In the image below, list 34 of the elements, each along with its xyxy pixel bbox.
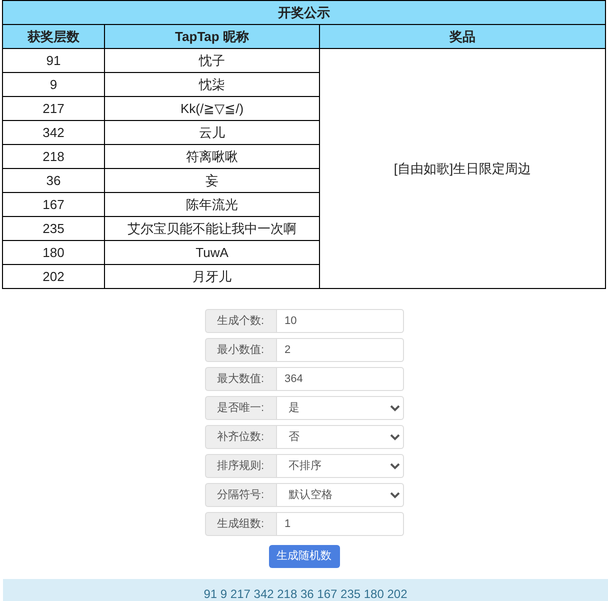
- input-field[interactable]: 2: [276, 338, 404, 362]
- dropdown-field[interactable]: 是: [276, 396, 404, 420]
- field-label: 分隔符号:: [204, 483, 276, 507]
- table-cell: 202: [2, 264, 104, 288]
- table-cell: 218: [2, 144, 104, 168]
- table-cell: 36: [2, 168, 104, 192]
- field-label: 生成组数:: [204, 512, 276, 536]
- result-bar: 91 9 217 342 218 36 167 235 180 202: [3, 579, 608, 601]
- table-cell: 180: [2, 240, 104, 264]
- input-field[interactable]: 1: [276, 512, 404, 536]
- table-cell: 忱子: [104, 48, 320, 72]
- table-cell: 217: [2, 96, 104, 120]
- field-label: 最小数值:: [204, 338, 276, 362]
- input-field[interactable]: 364: [276, 367, 404, 391]
- column-header: 奖品: [320, 24, 606, 48]
- field-label: 排序规则:: [204, 454, 276, 478]
- table-title: 开奖公示: [2, 0, 606, 24]
- input-field[interactable]: 10: [276, 309, 404, 333]
- table-cell: 342: [2, 120, 104, 144]
- field-label: 补齐位数:: [204, 425, 276, 449]
- table-cell: [自由如歌]生日限定周边: [320, 48, 606, 288]
- table-cell: 167: [2, 192, 104, 216]
- dropdown-field[interactable]: 否: [276, 425, 404, 449]
- column-header: 获奖层数: [2, 24, 104, 48]
- dropdown-field[interactable]: 不排序: [276, 454, 404, 478]
- dropdown-field[interactable]: 默认空格: [276, 483, 404, 507]
- field-label: 是否唯一:: [204, 396, 276, 420]
- column-header: TapTap 昵称: [104, 24, 320, 48]
- generate-button[interactable]: 生成随机数: [268, 545, 340, 568]
- field-label: 生成个数:: [204, 309, 276, 333]
- table-cell: 9: [2, 72, 104, 96]
- table-cell: 235: [2, 216, 104, 240]
- field-label: 最大数值:: [204, 367, 276, 391]
- table-cell: 91: [2, 48, 104, 72]
